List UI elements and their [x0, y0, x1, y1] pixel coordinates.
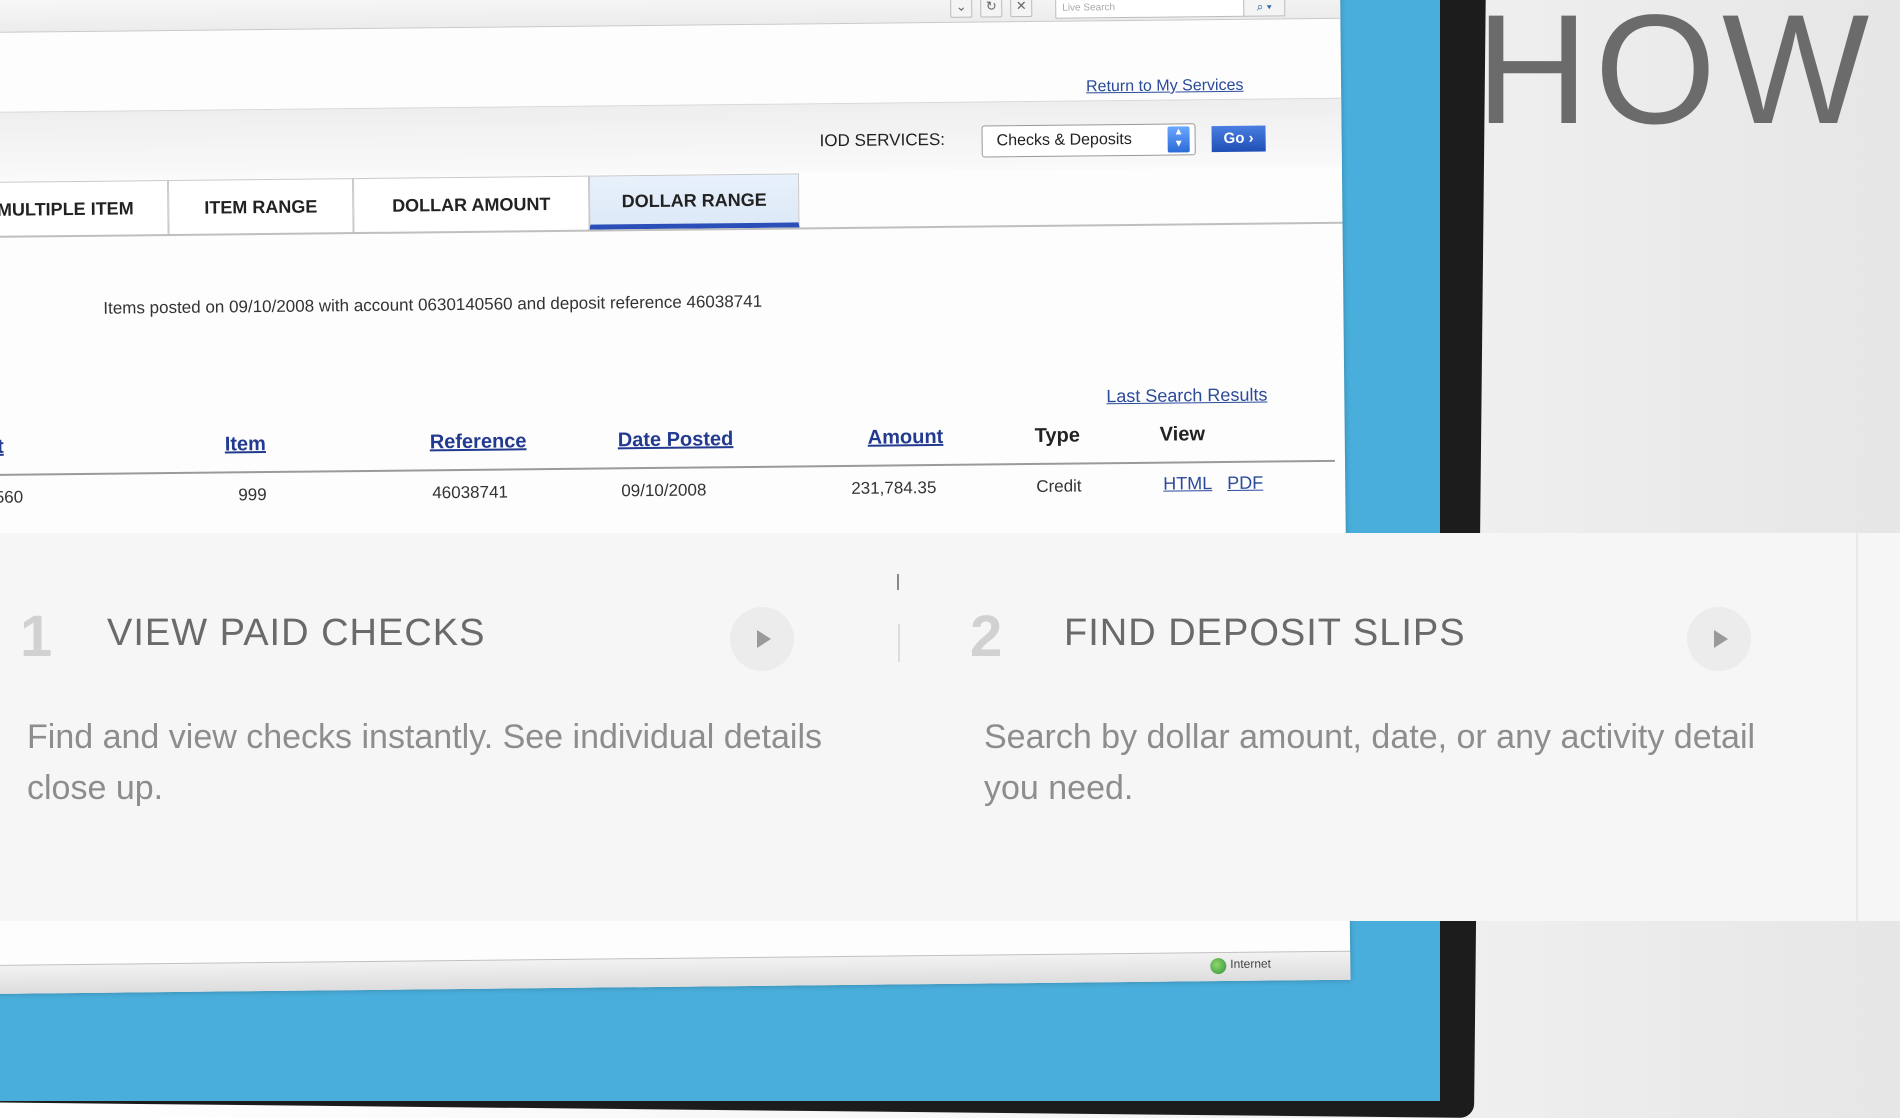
results-summary: Items posted on 09/10/2008 with account … — [103, 291, 763, 318]
panel-edge — [1856, 533, 1858, 921]
go-button[interactable]: Go › — [1211, 125, 1266, 153]
play-icon — [1714, 630, 1728, 648]
tab-item-range[interactable]: ITEM RANGE — [168, 178, 354, 235]
play-icon — [757, 630, 771, 648]
feature-title-find-deposit-slips[interactable]: FIND DEPOSIT SLIPS — [1064, 614, 1466, 652]
browser-search-input[interactable]: Live Search — [1055, 0, 1246, 19]
play-button-view-paid-checks[interactable] — [730, 607, 794, 671]
stop-icon[interactable]: ✕ — [1010, 0, 1033, 18]
row-reference: 46038741 — [432, 482, 509, 503]
tab-dollar-amount[interactable]: DOLLAR AMOUNT — [352, 175, 590, 233]
dropdown-arrow-icon[interactable]: ⌄ — [950, 0, 973, 18]
column-reference[interactable]: Reference — [430, 430, 527, 454]
magnifier-icon[interactable]: ⌕ ▾ — [1243, 0, 1286, 17]
how-heading: HOW — [1476, 0, 1876, 157]
select-arrows-icon[interactable]: ▲ ▼ — [1167, 126, 1190, 153]
column-account[interactable]: nt — [0, 436, 4, 459]
row-date-posted: 09/10/2008 — [621, 480, 707, 501]
text-cursor-icon — [897, 574, 899, 590]
row-account: 0560 — [0, 487, 24, 507]
feature-title-view-paid-checks[interactable]: VIEW PAID CHECKS — [107, 614, 485, 652]
column-date-posted[interactable]: Date Posted — [618, 428, 734, 452]
tab-multiple-item[interactable]: MULTIPLE ITEM — [0, 180, 169, 237]
view-html-link[interactable]: HTML — [1163, 473, 1212, 495]
status-zone-text: Internet — [1230, 956, 1272, 971]
feature-number-2: 2 — [970, 604, 1003, 669]
last-search-results-link[interactable]: Last Search Results — [1106, 385, 1267, 408]
return-to-services-link[interactable]: Return to My Services — [1086, 77, 1244, 97]
feature-desc-view-paid-checks: Find and view checks instantly. See indi… — [27, 718, 823, 807]
browser-status-bar — [0, 950, 1351, 994]
iod-services-select[interactable]: Checks & Deposits — [981, 123, 1196, 158]
column-view: View — [1159, 423, 1206, 446]
row-type: Credit — [1036, 476, 1082, 496]
play-button-find-deposit-slips[interactable] — [1687, 607, 1751, 671]
feature-number-1: 1 — [20, 604, 53, 669]
feature-desc-find-deposit-slips: Search by dollar amount, date, or any ac… — [984, 718, 1756, 807]
row-item: 999 — [238, 485, 267, 505]
iod-services-label: IOD SERVICES: — [819, 129, 946, 151]
row-amount: 231,784.35 — [851, 478, 937, 498]
column-item[interactable]: Item — [225, 433, 266, 456]
refresh-icon[interactable]: ↻ — [980, 0, 1003, 18]
column-amount[interactable]: Amount — [868, 426, 944, 450]
view-pdf-link[interactable]: PDF — [1227, 473, 1263, 494]
feature-divider — [898, 624, 900, 662]
tab-dollar-range[interactable]: DOLLAR RANGE — [588, 173, 800, 230]
globe-icon — [1210, 958, 1227, 975]
table-header-rule — [0, 459, 1336, 476]
column-type: Type — [1034, 424, 1081, 447]
